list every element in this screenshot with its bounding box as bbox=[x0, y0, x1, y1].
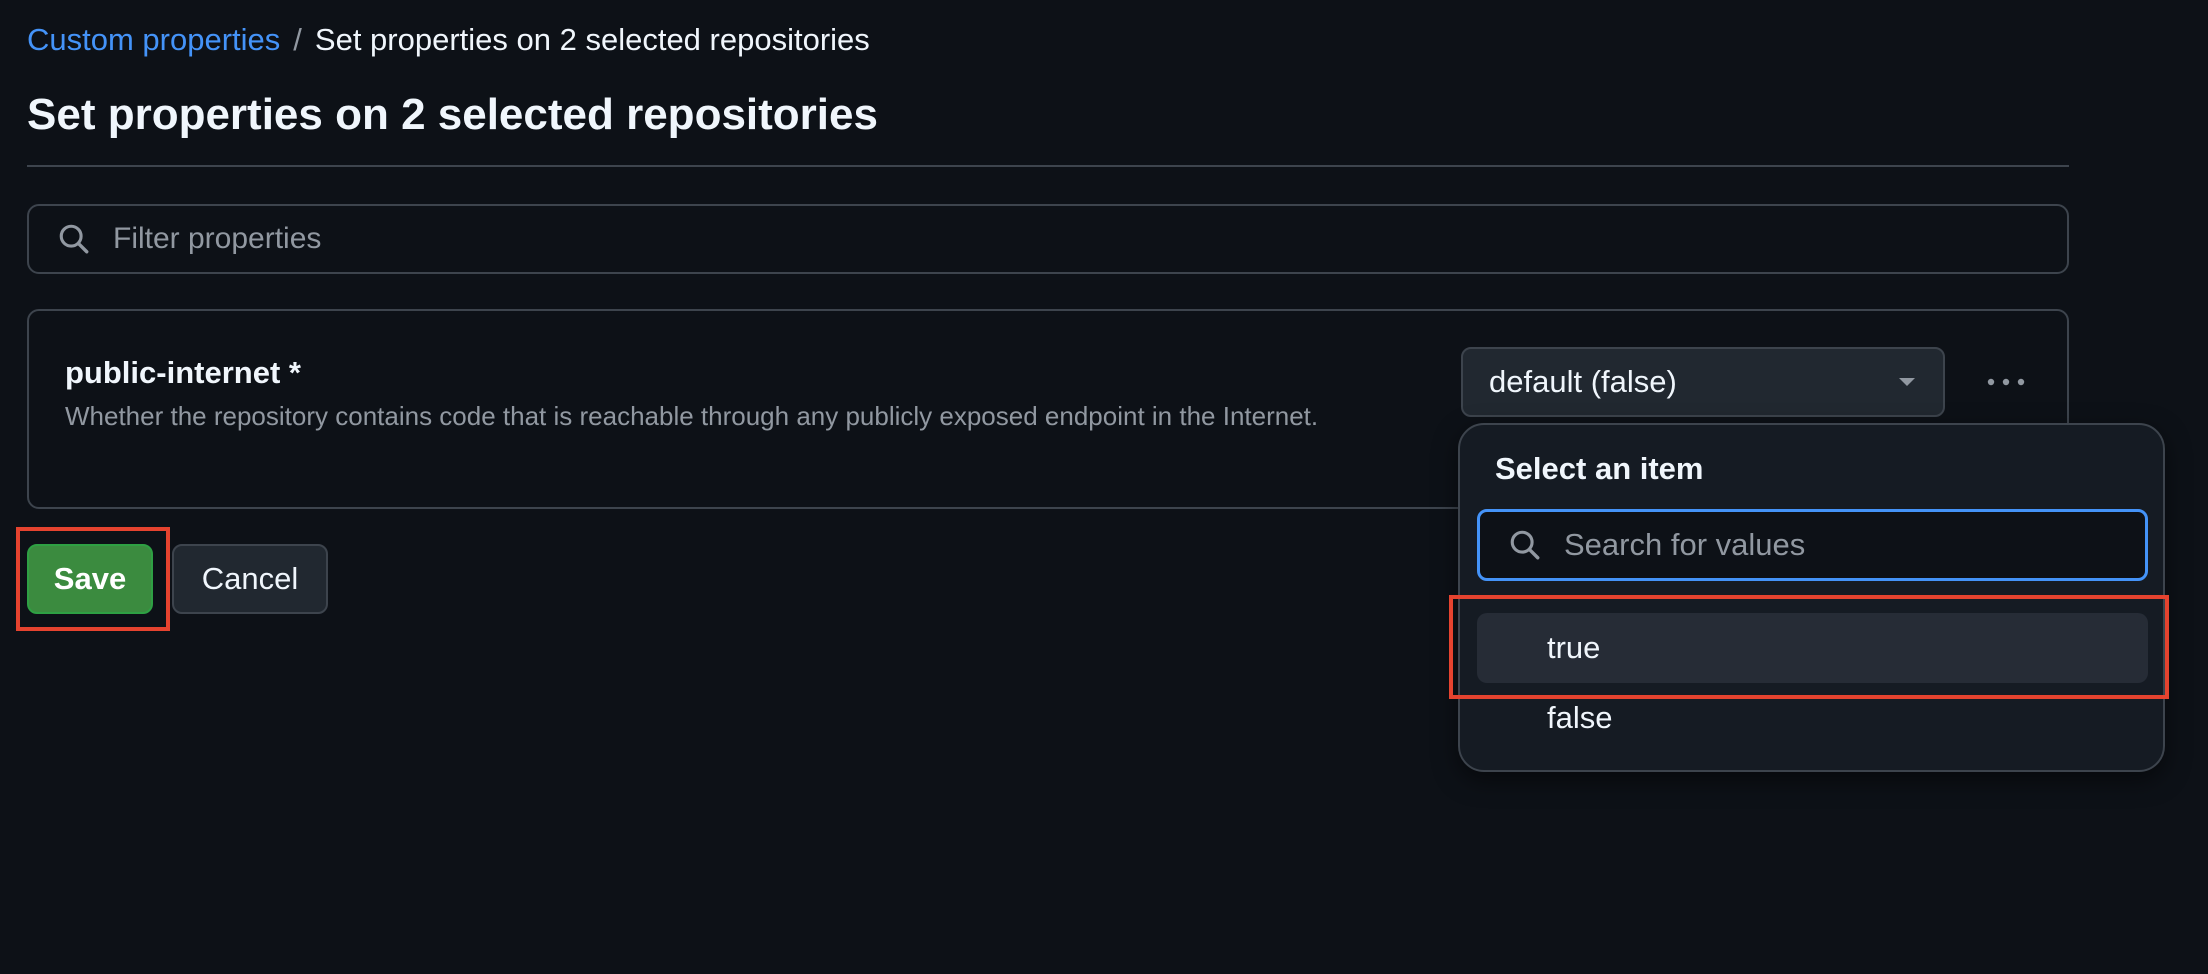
property-value-select[interactable]: default (false) bbox=[1461, 347, 1945, 417]
dropdown-option-true[interactable]: true bbox=[1477, 613, 2148, 683]
search-icon bbox=[1510, 530, 1540, 560]
triangle-down-icon bbox=[1899, 378, 1915, 386]
kebab-horizontal-icon bbox=[1987, 378, 2025, 386]
property-name: public-internet * bbox=[65, 355, 301, 390]
property-description: Whether the repository contains code tha… bbox=[65, 401, 1319, 431]
save-button[interactable]: Save bbox=[27, 544, 153, 614]
breadcrumb-link-custom-properties[interactable]: Custom properties bbox=[27, 20, 280, 60]
cancel-button[interactable]: Cancel bbox=[172, 544, 328, 614]
filter-properties-field[interactable] bbox=[27, 204, 2069, 274]
value-dropdown: Select an item true false bbox=[1458, 423, 2165, 772]
filter-properties-input[interactable] bbox=[113, 206, 2067, 272]
breadcrumb-current: Set properties on 2 selected repositorie… bbox=[314, 22, 870, 57]
search-icon bbox=[59, 224, 89, 254]
property-menu-button[interactable] bbox=[1969, 347, 2043, 417]
dropdown-option-false[interactable]: false bbox=[1477, 683, 2148, 753]
property-value-label: default (false) bbox=[1489, 364, 1677, 399]
breadcrumb: Custom properties / Set properties on 2 … bbox=[27, 20, 870, 60]
page-title: Set properties on 2 selected repositorie… bbox=[27, 90, 878, 139]
dropdown-search-field[interactable] bbox=[1477, 509, 2148, 581]
dropdown-search-input[interactable] bbox=[1564, 512, 2145, 578]
title-divider bbox=[27, 165, 2069, 167]
dropdown-title: Select an item bbox=[1495, 451, 1704, 486]
breadcrumb-separator: / bbox=[293, 22, 302, 57]
page: Custom properties / Set properties on 2 … bbox=[0, 0, 2208, 974]
